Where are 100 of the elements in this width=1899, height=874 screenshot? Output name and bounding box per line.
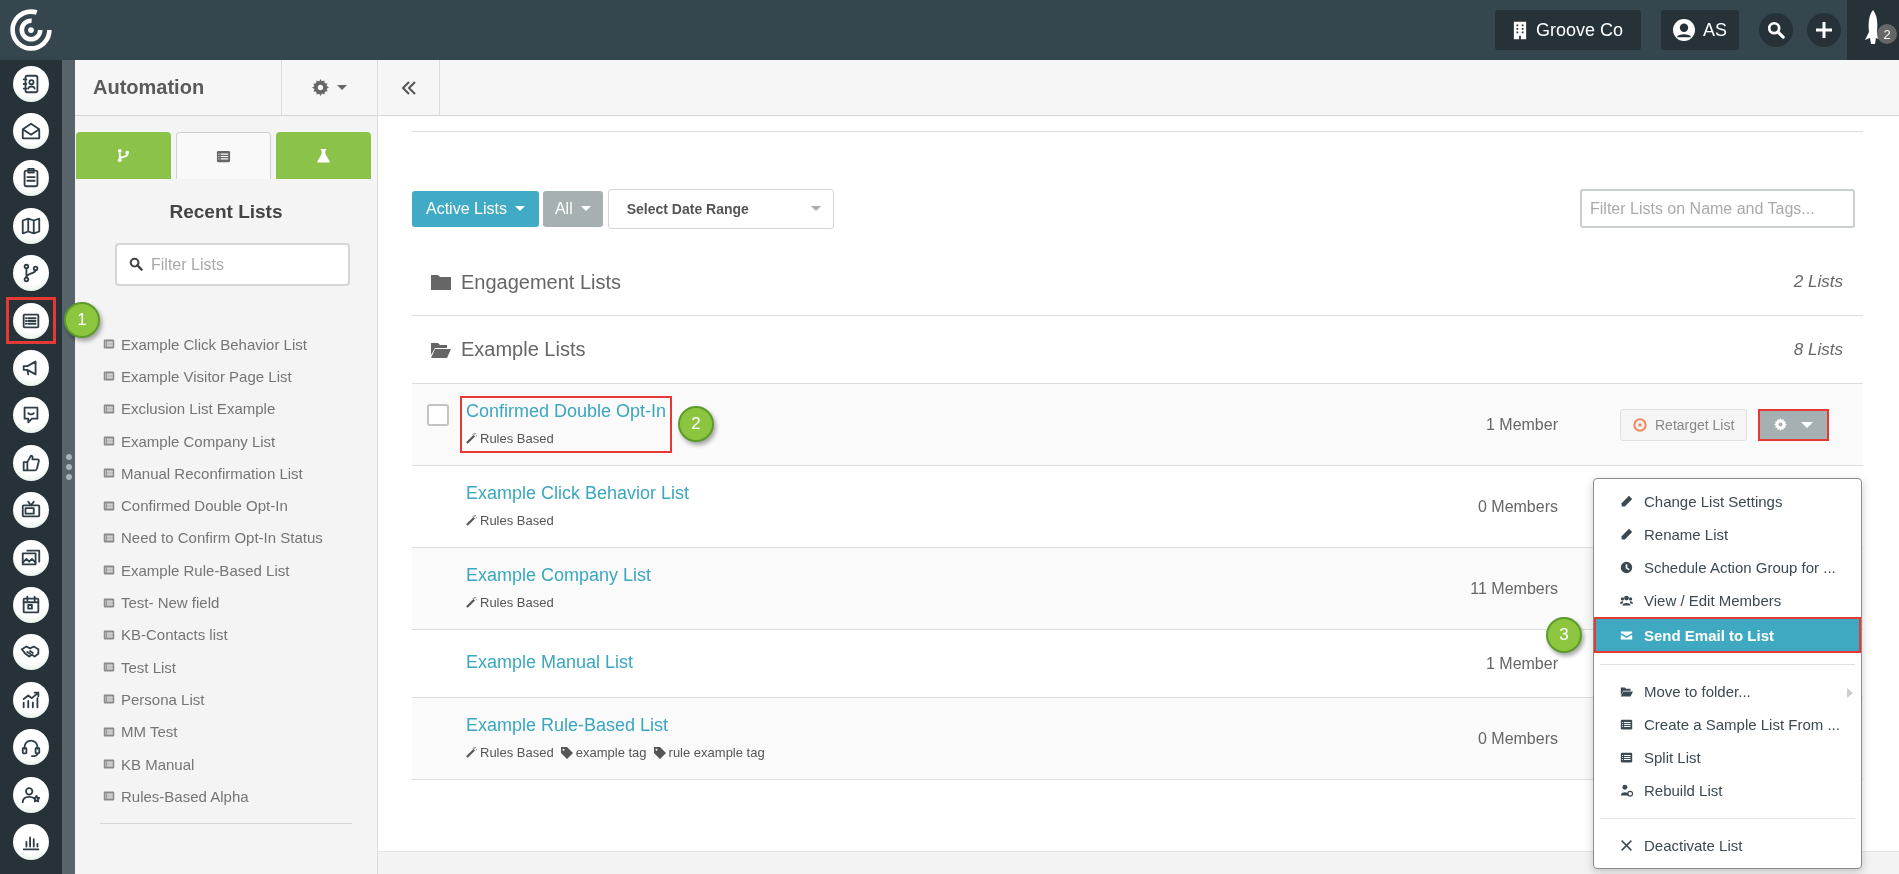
recent-list-link[interactable]: Need to Confirm Opt-In Status <box>121 529 323 547</box>
line-chart-nav-button[interactable] <box>13 681 49 718</box>
list-icon <box>103 628 115 641</box>
menu-item[interactable]: Rebuild List <box>1594 774 1861 807</box>
list-icon <box>103 338 115 351</box>
filter-field[interactable]: Filter Lists <box>115 243 350 286</box>
branch-nav-button[interactable] <box>13 255 49 292</box>
list-icon <box>1620 751 1633 764</box>
recent-list-link[interactable]: Example Visitor Page List <box>121 367 292 385</box>
list-type-label: Rules Based <box>480 745 554 760</box>
megaphone-nav-button[interactable] <box>13 350 49 387</box>
envelope-nav-button[interactable] <box>13 113 49 150</box>
list-icon <box>103 758 115 770</box>
wand-icon <box>466 433 477 444</box>
menu-item[interactable]: Move to folder... <box>1594 675 1861 708</box>
chat-nav-button[interactable] <box>13 397 49 434</box>
settings-dropdown[interactable] <box>1758 408 1830 441</box>
list-icon <box>103 531 115 544</box>
envelope-icon <box>1620 628 1633 642</box>
folder-name[interactable]: Example Lists <box>461 338 586 361</box>
recent-list-link[interactable]: KB Manual <box>121 755 195 773</box>
add-button[interactable] <box>1807 13 1841 47</box>
menu-item[interactable]: Split List <box>1594 741 1861 774</box>
user-refresh-icon <box>1620 784 1633 797</box>
scope-dropdown[interactable]: All <box>542 190 603 227</box>
list-icon <box>103 725 115 738</box>
recent-list-link[interactable]: Confirmed Double Opt-In <box>121 497 288 515</box>
target-icon <box>1633 417 1647 432</box>
retarget-button[interactable]: Retarget List <box>1620 408 1748 441</box>
users-icon <box>1620 594 1633 607</box>
folder-name[interactable]: Engagement Lists <box>461 270 622 294</box>
status-dropdown[interactable]: Active Lists <box>412 190 539 227</box>
list-link[interactable]: Example Manual List <box>466 652 634 673</box>
building-icon <box>1512 20 1527 40</box>
list-nav-button[interactable] <box>13 302 49 339</box>
logo-icon <box>8 7 54 53</box>
tab[interactable] <box>176 132 271 179</box>
thumbs-up-nav-button[interactable] <box>13 444 49 481</box>
member-count: 0 Members <box>1476 729 1558 748</box>
member-count: 1 Member <box>1484 415 1558 434</box>
list-link[interactable]: Confirmed Double Opt-In <box>466 401 667 422</box>
recent-list-link[interactable]: Exclusion List Example <box>121 400 276 418</box>
recent-list-link[interactable]: Example Company List <box>121 432 276 450</box>
checkbox[interactable] <box>427 404 449 426</box>
user-button[interactable]: AS <box>1661 10 1739 50</box>
calendar-nav-button[interactable] <box>13 587 49 623</box>
tv-nav-button[interactable] <box>13 492 49 529</box>
search-button[interactable] <box>1759 13 1793 47</box>
list-icon <box>103 467 115 480</box>
headset-nav-button[interactable] <box>13 729 49 766</box>
resize-handle[interactable] <box>62 60 75 874</box>
filter-field[interactable]: Filter Lists on Name and Tags... <box>1580 189 1855 228</box>
recent-list-link[interactable]: Test- New field <box>121 594 220 611</box>
branch-icon <box>116 148 131 163</box>
wand-icon <box>466 747 477 758</box>
recent-list-link[interactable]: Rules-Based Alpha <box>121 787 249 805</box>
recent-list-link[interactable]: Persona List <box>121 690 205 708</box>
list-icon <box>103 370 115 383</box>
settings-icon <box>312 79 330 96</box>
bar-chart-nav-button[interactable] <box>13 823 49 860</box>
wand-icon <box>466 515 477 526</box>
list-count: 8 Lists <box>1793 339 1843 360</box>
recent-list-link[interactable]: MM Test <box>121 723 178 741</box>
list-link[interactable]: Example Rule-Based List <box>466 715 669 736</box>
recent-list-link[interactable]: Example Click Behavior List <box>121 335 307 353</box>
menu-item[interactable]: Rename List <box>1594 518 1861 551</box>
tag-label: rule example tag <box>668 745 765 760</box>
recent-list-link[interactable]: Test List <box>121 658 177 676</box>
menu-item[interactable]: View / Edit Members <box>1594 584 1861 617</box>
menu-item[interactable]: Deactivate List <box>1594 829 1861 862</box>
recent-list-link[interactable]: KB-Contacts list <box>121 626 228 644</box>
step-number-badge: 2 <box>678 406 715 442</box>
contact-book-nav-button[interactable] <box>13 65 49 102</box>
section-heading: Recent Lists <box>168 201 284 223</box>
list-icon <box>1620 718 1633 731</box>
caret-icon <box>810 206 821 211</box>
menu-item[interactable]: Send Email to List <box>1594 617 1861 653</box>
list-link[interactable]: Example Company List <box>466 565 652 586</box>
list-type-label: Rules Based <box>480 431 554 446</box>
clipboard-nav-button[interactable] <box>13 160 49 197</box>
menu-item[interactable]: Create a Sample List From ... <box>1594 708 1861 741</box>
list-icon <box>103 661 115 674</box>
list-icon <box>103 693 115 706</box>
caret-icon <box>580 206 591 211</box>
map-nav-button[interactable] <box>13 207 49 244</box>
recent-list-link[interactable]: Manual Reconfirmation List <box>121 464 303 482</box>
user-star-nav-button[interactable] <box>13 776 49 813</box>
close-icon <box>1620 839 1633 852</box>
menu-item[interactable]: Schedule Action Group for ... <box>1594 551 1861 584</box>
date-range-dropdown[interactable]: Select Date Range <box>607 188 834 229</box>
list-link[interactable]: Example Click Behavior List <box>466 483 690 504</box>
recent-list-link[interactable]: Example Rule-Based List <box>121 561 290 579</box>
list-type-label: Rules Based <box>480 595 554 610</box>
menu-item[interactable]: Change List Settings <box>1594 485 1861 518</box>
images-nav-button[interactable] <box>13 539 49 576</box>
list-icon <box>103 499 115 512</box>
list-icon <box>103 564 115 577</box>
organization-button[interactable]: Groove Co <box>1494 10 1641 50</box>
notifications-button[interactable]: 2 <box>1847 0 1899 60</box>
settings-icon <box>1774 418 1788 431</box>
